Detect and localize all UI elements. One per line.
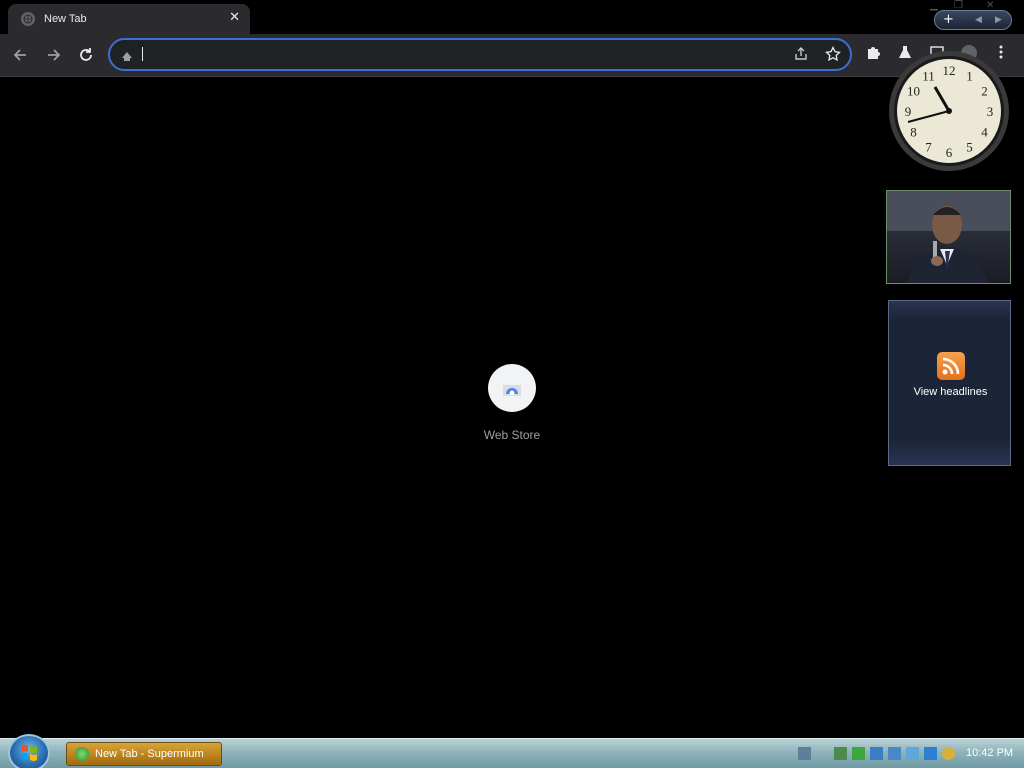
sync-icon[interactable] (906, 747, 919, 760)
photo-image (887, 191, 1010, 283)
address-input[interactable] (140, 43, 780, 65)
network-icon[interactable] (834, 747, 847, 760)
puzzle-icon[interactable] (862, 44, 884, 66)
display-icon[interactable] (870, 747, 883, 760)
text-caret (142, 47, 143, 61)
bookmark-star-icon[interactable] (824, 45, 842, 64)
gadget-toolbar: + ◀ ▶ (934, 10, 1012, 30)
globe-icon (21, 12, 35, 26)
feed-headlines-gadget[interactable]: View headlines (888, 300, 1011, 466)
web-store-icon (488, 364, 536, 412)
supermium-icon (75, 747, 89, 761)
clock-numeral: 7 (925, 140, 932, 155)
forward-arrow-icon[interactable] (42, 44, 64, 66)
next-gadget-icon[interactable]: ▶ (995, 15, 1002, 25)
tab-new-tab[interactable]: New Tab ✕ (8, 4, 250, 34)
clock-numeral: 5 (966, 140, 973, 155)
shortcut-web-store[interactable]: Web Store (472, 364, 552, 442)
tab-close-icon[interactable]: ✕ (229, 10, 240, 25)
windows-logo-icon (21, 745, 37, 761)
clock-numeral: 8 (910, 125, 917, 140)
taskbar-button-label: New Tab - Supermium (95, 748, 204, 760)
back-arrow-icon[interactable] (10, 44, 32, 66)
clock-gadget[interactable]: 12 1 2 3 4 5 6 7 8 9 10 11 (888, 50, 1010, 172)
minimize-icon[interactable]: ▁ (930, 0, 938, 11)
screen: New Tab ✕ ▁ ❐ ✕ + ◀ ▶ Web Store 12 1 2 3… (0, 0, 1024, 768)
start-button[interactable] (8, 734, 50, 768)
clock-numeral: 12 (943, 63, 956, 78)
clock-numeral: 6 (946, 145, 953, 160)
taskbar: New Tab - Supermium 10:42 PM (0, 734, 1024, 768)
add-gadget-icon[interactable]: + (943, 12, 954, 27)
security-icon[interactable] (852, 747, 865, 760)
rss-icon (937, 352, 965, 380)
slideshow-gadget[interactable] (886, 190, 1011, 284)
taskbar-button-supermium[interactable]: New Tab - Supermium (66, 742, 222, 766)
language-icon[interactable] (924, 747, 937, 760)
clock-numeral: 10 (907, 84, 920, 99)
clock-numeral: 4 (981, 125, 988, 140)
clock-numeral: 3 (987, 104, 994, 119)
keyboard-icon[interactable] (798, 747, 811, 760)
search-engine-icon (120, 48, 134, 62)
shortcut-label: Web Store (483, 428, 541, 442)
prev-gadget-icon[interactable]: ◀ (975, 15, 982, 25)
search-icon[interactable] (942, 747, 955, 760)
clock-numeral: 11 (922, 69, 935, 84)
view-headlines-label[interactable]: View headlines (889, 386, 1012, 398)
tab-strip: New Tab ✕ ▁ ❐ ✕ (0, 0, 1024, 34)
address-bar[interactable] (108, 38, 852, 71)
volume-icon[interactable] (888, 747, 901, 760)
clock-numeral: 9 (905, 104, 912, 119)
tab-title: New Tab (44, 13, 87, 25)
taskbar-clock[interactable]: 10:42 PM (966, 747, 1013, 759)
clock-numeral: 1 (966, 69, 973, 84)
reload-icon[interactable] (75, 44, 97, 66)
browser-toolbar (0, 34, 1024, 77)
clock-numeral: 2 (981, 84, 988, 99)
share-icon[interactable] (792, 46, 810, 64)
